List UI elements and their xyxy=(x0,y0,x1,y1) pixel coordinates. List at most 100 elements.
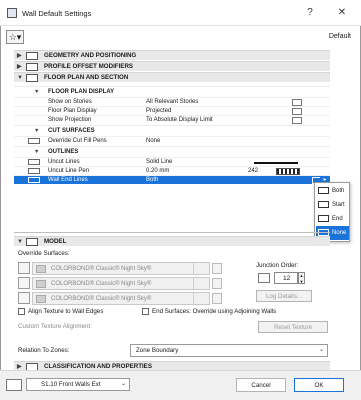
surface-cube-icon xyxy=(18,277,30,289)
relation-to-zones-select[interactable]: Zone Boundary ⌄ xyxy=(130,344,328,357)
section-model[interactable]: ▼ MODEL xyxy=(14,236,330,246)
popup-item-start[interactable]: Start xyxy=(316,198,349,212)
close-button[interactable]: ✕ xyxy=(333,5,351,21)
row-label: Override Cut Fill Pens xyxy=(48,138,107,144)
popup-item-label: End xyxy=(332,216,343,222)
help-button[interactable]: ? xyxy=(301,5,319,21)
favorites-button[interactable]: ☆▾ xyxy=(6,30,24,44)
collapse-arrow-icon: ▼ xyxy=(17,75,23,81)
dropdown-arrow-icon xyxy=(193,263,209,274)
reset-texture-button[interactable]: Reset Texture xyxy=(258,321,328,333)
row-override-cut-fill-pens[interactable]: Override Cut Fill Pens None xyxy=(14,136,330,145)
popup-item-label: Start xyxy=(332,202,345,208)
align-texture-checkbox[interactable] xyxy=(18,308,25,315)
collapse-arrow-icon: ▼ xyxy=(17,239,23,245)
projected-icon xyxy=(292,108,302,115)
subsection-title: FLOOR PLAN DISPLAY xyxy=(48,89,115,95)
popup-item-both[interactable]: Both xyxy=(316,184,349,198)
end-surfaces-label: End Surfaces: Override using Adjoining W… xyxy=(152,308,277,315)
row-uncut-lines[interactable]: Uncut Lines Solid Line xyxy=(14,157,330,166)
window-title: Wall Default Settings xyxy=(22,9,92,18)
surface-field-1[interactable]: COLORBOND® Classic® Night Sky® xyxy=(32,262,210,275)
row-floor-plan-display[interactable]: Floor Plan Display Projected xyxy=(14,106,330,115)
collapse-arrow-icon: ▼ xyxy=(34,149,40,155)
cancel-button[interactable]: Cancel xyxy=(236,378,286,392)
chevron-down-icon: ⌄ xyxy=(318,347,324,353)
dropdown-arrow-icon xyxy=(193,278,209,289)
ok-button[interactable]: OK xyxy=(294,378,344,392)
end-lines-icon xyxy=(28,177,40,183)
junction-stepper[interactable]: ▲ ▼ xyxy=(298,272,305,284)
surface-cube-icon xyxy=(18,292,30,304)
default-label: Default xyxy=(328,33,351,40)
layer-select[interactable]: S1.10 Front Walls Ext ⌄ xyxy=(26,378,130,391)
surface-override-icon[interactable] xyxy=(212,293,222,304)
cut-fill-icon xyxy=(28,138,40,144)
override-surfaces-label: Override Surfaces: xyxy=(18,250,70,257)
subsection-floor-plan-display[interactable]: ▼ FLOOR PLAN DISPLAY xyxy=(14,86,330,96)
relation-to-zones-label: Relation To Zones: xyxy=(18,347,70,354)
row-show-on-stories[interactable]: Show on Stories All Relevant Stories xyxy=(14,97,330,106)
collapse-arrow-icon: ▼ xyxy=(34,128,40,134)
custom-alignment-label: Custom Texture Alignment: xyxy=(18,323,92,330)
expand-arrow-icon: ▶ xyxy=(17,64,22,70)
end-lines-both-icon xyxy=(318,187,329,194)
junction-order-input[interactable]: 12 xyxy=(274,272,298,284)
row-value: To Absolute Display Limit xyxy=(146,117,213,123)
row-label: Show Projection xyxy=(48,117,92,123)
end-lines-end-icon xyxy=(318,215,329,222)
end-surfaces-checkbox[interactable] xyxy=(142,308,149,315)
junction-order-label: Junction Order: xyxy=(256,262,299,269)
section-title: CLASSIFICATION AND PROPERTIES xyxy=(44,363,152,370)
popup-item-label: None xyxy=(332,230,347,236)
log-details-button[interactable]: Log Details... xyxy=(256,290,312,302)
popup-item-label: Both xyxy=(332,188,345,194)
footer: S1.10 Front Walls Ext ⌄ Cancel OK xyxy=(0,370,361,400)
section-floor-plan[interactable]: ▼ FLOOR PLAN AND SECTION xyxy=(14,72,330,82)
collapse-arrow-icon: ▼ xyxy=(34,89,40,95)
popup-item-end[interactable]: End xyxy=(316,212,349,226)
pen-swatch[interactable] xyxy=(276,168,300,175)
subsection-title: OUTLINES xyxy=(48,149,79,155)
dropdown-arrow-icon xyxy=(193,293,209,304)
splitter[interactable] xyxy=(14,232,330,233)
surface-field-3[interactable]: COLORBOND® Classic® Night Sky® xyxy=(32,292,210,305)
section-geometry[interactable]: ▶ GEOMETRY AND POSITIONING xyxy=(14,50,330,60)
geometry-icon xyxy=(26,52,38,60)
subsection-outlines[interactable]: ▼ OUTLINES xyxy=(14,146,330,156)
surface-override-icon[interactable] xyxy=(212,278,222,289)
subsection-title: CUT SURFACES xyxy=(48,128,95,134)
section-profile[interactable]: ▶ PROFILE OFFSET MODIFIERS xyxy=(14,61,330,71)
row-show-projection[interactable]: Show Projection To Absolute Display Limi… xyxy=(14,115,330,124)
surface-override-icon[interactable] xyxy=(212,263,222,274)
model-icon xyxy=(26,238,38,246)
end-lines-start-icon xyxy=(318,201,329,208)
row-wall-end-lines[interactable]: Wall End Lines Both ▸ xyxy=(14,175,330,185)
section-title: PROFILE OFFSET MODIFIERS xyxy=(44,63,134,70)
align-texture-label: Align Texture to Wall Edges xyxy=(28,308,104,315)
material-swatch xyxy=(36,280,46,288)
surface-cube-icon xyxy=(18,262,30,274)
projection-icon xyxy=(292,117,302,124)
section-title: GEOMETRY AND POSITIONING xyxy=(44,52,137,59)
surface-name: COLORBOND® Classic® Night Sky® xyxy=(51,266,152,272)
app-icon xyxy=(7,8,17,18)
material-swatch xyxy=(36,295,46,303)
section-title: MODEL xyxy=(44,238,67,245)
row-uncut-line-pen[interactable]: Uncut Line Pen 0.20 mm 242 xyxy=(14,166,330,175)
select-value: Zone Boundary xyxy=(136,347,179,354)
layer-icon xyxy=(6,379,22,391)
end-lines-popup: Both Start End None xyxy=(314,182,350,242)
surface-name: COLORBOND® Classic® Night Sky® xyxy=(51,296,152,302)
solid-line-swatch xyxy=(254,162,298,164)
chevron-down-icon: ⌄ xyxy=(120,381,126,387)
subsection-cut-surfaces[interactable]: ▼ CUT SURFACES xyxy=(14,125,330,135)
layer-value: S1.10 Front Walls Ext xyxy=(41,381,101,388)
surface-field-2[interactable]: COLORBOND® Classic® Night Sky® xyxy=(32,277,210,290)
row-value: Both xyxy=(146,177,159,183)
row-label: Wall End Lines xyxy=(48,177,88,183)
title-bar: Wall Default Settings ? ✕ xyxy=(0,0,361,26)
line-type-icon xyxy=(28,159,40,165)
junction-order-icon xyxy=(258,273,270,283)
expand-arrow-icon: ▶ xyxy=(17,53,22,59)
